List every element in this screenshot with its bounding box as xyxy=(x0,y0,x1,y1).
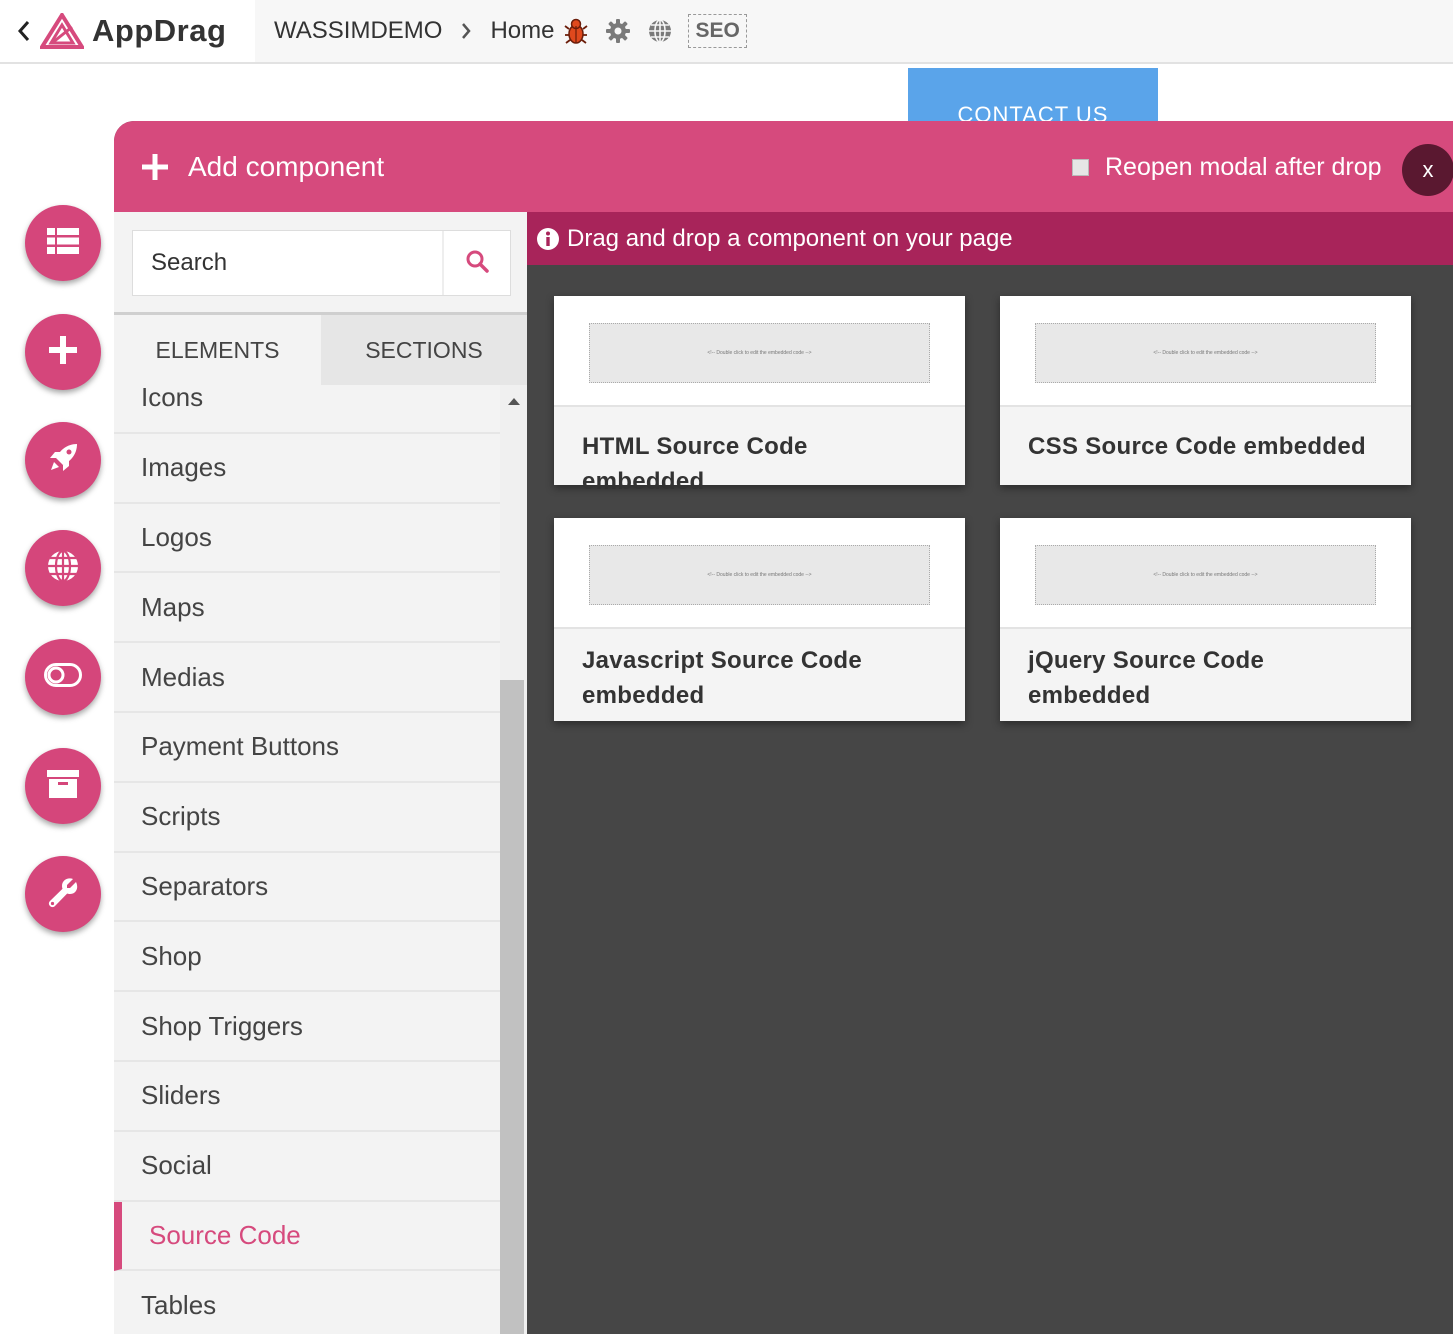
search-icon xyxy=(465,249,489,278)
modal-title: Add component xyxy=(142,151,384,183)
category-item-payment-buttons[interactable]: Payment Buttons xyxy=(114,712,500,783)
tab-sections[interactable]: SECTIONS xyxy=(321,315,527,385)
contact-us-button[interactable]: CONTACT US xyxy=(908,68,1158,128)
info-bar: Drag and drop a component on your page xyxy=(527,212,1453,265)
modal-header: Add component Reopen modal after drop x xyxy=(114,121,1453,212)
back-chevron-icon[interactable] xyxy=(16,19,32,43)
component-card-html[interactable]: <!-- Double click to edit the embedded c… xyxy=(554,296,965,495)
category-item-icons[interactable]: Icons xyxy=(114,385,500,434)
card-preview: <!-- Double click to edit the embedded c… xyxy=(554,296,965,407)
list-icon xyxy=(47,227,79,259)
brand-name: AppDrag xyxy=(92,13,227,48)
gear-icon[interactable] xyxy=(604,17,632,45)
publish-button[interactable] xyxy=(25,422,101,498)
pages-list-button[interactable] xyxy=(25,205,101,281)
rocket-icon xyxy=(47,442,79,479)
card-label: jQuery Source Code embedded xyxy=(1028,647,1265,709)
search-button[interactable] xyxy=(444,231,510,295)
card-preview-placeholder: <!-- Double click to edit the embedded c… xyxy=(589,545,930,605)
card-preview-placeholder: <!-- Double click to edit the embedded c… xyxy=(589,323,930,383)
category-item-medias[interactable]: Medias xyxy=(114,643,500,713)
category-sidebar: ELEMENTS SECTIONS Icons Images Logos Map… xyxy=(114,212,527,1334)
breadcrumb: WASSIMDEMO Home SEO xyxy=(274,0,747,62)
category-item-logos[interactable]: Logos xyxy=(114,503,500,574)
reopen-checkbox[interactable] xyxy=(1072,159,1089,176)
wrench-icon xyxy=(47,876,79,913)
reopen-label: Reopen modal after drop xyxy=(1105,153,1382,181)
category-item-scripts[interactable]: Scripts xyxy=(114,782,500,853)
category-item-shop[interactable]: Shop xyxy=(114,922,500,993)
info-text: Drag and drop a component on your page xyxy=(567,224,1013,252)
brand: AppDrag xyxy=(0,0,255,62)
info-icon xyxy=(537,227,559,250)
modal-title-text: Add component xyxy=(188,151,385,182)
toggle-settings-button[interactable] xyxy=(25,639,101,715)
card-label: HTML Source Code embedded xyxy=(582,433,808,495)
category-item-social[interactable]: Social xyxy=(114,1131,500,1202)
bug-icon[interactable] xyxy=(562,17,590,45)
scrollbar-thumb[interactable] xyxy=(500,680,524,1334)
languages-button[interactable] xyxy=(25,530,101,606)
card-preview: <!-- Double click to edit the embedded c… xyxy=(1000,296,1411,407)
archive-icon xyxy=(47,769,79,803)
scroll-up-arrow-icon[interactable] xyxy=(500,391,527,411)
category-item-source-code[interactable]: Source Code xyxy=(114,1201,500,1272)
card-preview-placeholder: <!-- Double click to edit the embedded c… xyxy=(1035,323,1376,383)
plus-icon xyxy=(49,335,77,369)
tools-button[interactable] xyxy=(25,856,101,932)
globe-icon xyxy=(46,549,80,588)
toggle-icon xyxy=(44,662,82,692)
close-modal-button[interactable]: x xyxy=(1402,144,1453,196)
reopen-modal-toggle[interactable]: Reopen modal after drop xyxy=(1072,153,1382,182)
archive-button[interactable] xyxy=(25,748,101,824)
component-card-jquery[interactable]: <!-- Double click to edit the embedded c… xyxy=(1000,518,1411,721)
category-item-sliders[interactable]: Sliders xyxy=(114,1061,500,1132)
card-label: CSS Source Code embedded xyxy=(1028,433,1366,460)
appdrag-logo-icon xyxy=(38,11,86,49)
category-item-separators[interactable]: Separators xyxy=(114,852,500,923)
breadcrumb-project[interactable]: WASSIMDEMO xyxy=(274,17,442,45)
component-card-javascript[interactable]: <!-- Double click to edit the embedded c… xyxy=(554,518,965,721)
add-component-modal: Add component Reopen modal after drop x … xyxy=(114,121,1453,1334)
chevron-right-icon xyxy=(452,22,480,40)
category-item-images[interactable]: Images xyxy=(114,433,500,504)
seo-button[interactable]: SEO xyxy=(688,14,747,48)
category-item-shop-triggers[interactable]: Shop Triggers xyxy=(114,992,500,1062)
search-input[interactable] xyxy=(133,231,444,295)
category-item-tables[interactable]: Tables xyxy=(114,1271,500,1334)
card-preview: <!-- Double click to edit the embedded c… xyxy=(554,518,965,629)
plus-icon xyxy=(142,154,168,180)
add-component-button[interactable] xyxy=(25,314,101,390)
card-preview: <!-- Double click to edit the embedded c… xyxy=(1000,518,1411,629)
category-item-maps[interactable]: Maps xyxy=(114,573,500,644)
component-card-css[interactable]: <!-- Double click to edit the embedded c… xyxy=(1000,296,1411,485)
search-box xyxy=(132,230,511,296)
tab-elements[interactable]: ELEMENTS xyxy=(114,315,321,385)
top-bar: AppDrag WASSIMDEMO Home SEO xyxy=(0,0,1453,64)
globe-icon[interactable] xyxy=(646,17,674,45)
breadcrumb-page[interactable]: Home xyxy=(490,17,554,45)
category-list: Icons Images Logos Maps Medias Payment B… xyxy=(114,385,500,1334)
category-scrollbar[interactable] xyxy=(500,385,527,1334)
card-label: Javascript Source Code embedded xyxy=(582,647,863,709)
card-preview-placeholder: <!-- Double click to edit the embedded c… xyxy=(1035,545,1376,605)
